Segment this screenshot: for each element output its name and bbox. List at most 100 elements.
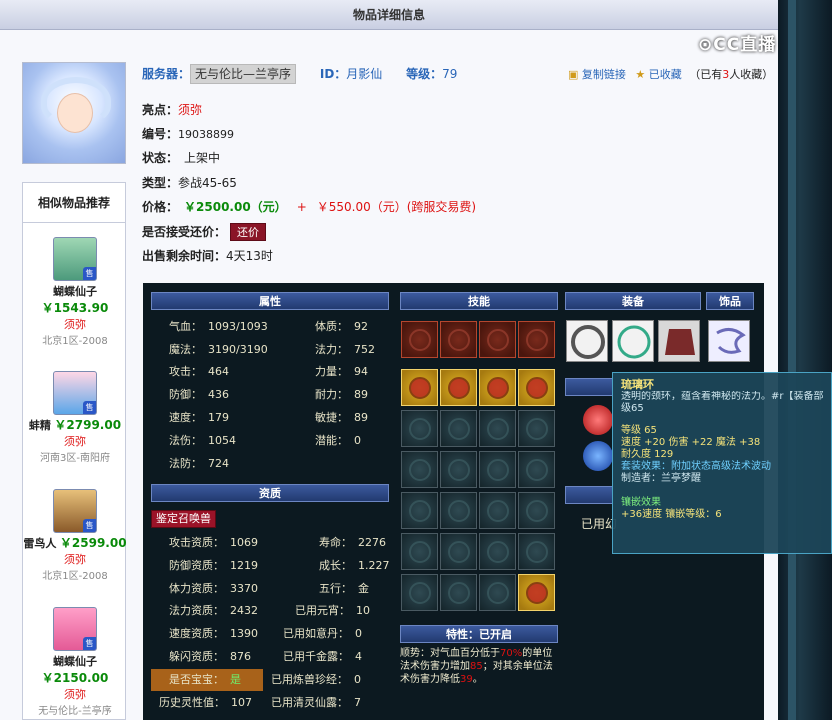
similar-item-tag: 须弥 — [64, 318, 86, 331]
similar-item[interactable]: 售 蚌精 ￥2799.00 须弥 河南3区-南阳府 — [23, 371, 127, 464]
server-value: 无与伦比—兰亭序 — [190, 64, 297, 84]
status-row: 状态： 上架中 — [142, 148, 220, 168]
favorite-button[interactable]: 已收藏 — [649, 68, 682, 81]
time-row: 出售剩余时间：4天13时 — [142, 246, 273, 266]
skill-slot[interactable] — [401, 492, 438, 529]
highlight-value: 须弥 — [178, 103, 203, 117]
skill-slot[interactable] — [518, 533, 555, 570]
attr-row: 敏捷： 89 — [315, 411, 368, 424]
tooltip-maker: 制造者：兰亭梦醒 — [621, 473, 701, 484]
skill-slot[interactable] — [401, 533, 438, 570]
skill-slot[interactable] — [440, 410, 477, 447]
sell-badge: 售 — [83, 267, 96, 280]
similar-item-location: 河南3区-南阳府 — [40, 453, 110, 464]
attr-row: 潜能： 0 — [315, 434, 361, 447]
section-accessory: 饰品 — [706, 292, 754, 310]
aptitude-row: 已用千金露： 4 — [283, 650, 362, 663]
skill-slot[interactable] — [479, 533, 516, 570]
level-value: 79 — [442, 67, 458, 81]
similar-item[interactable]: 售 蝴蝶仙子 ￥1543.90 须弥 北京1区-2008 — [23, 237, 127, 347]
aptitude-row: 体力资质： 3370 — [169, 582, 258, 595]
similar-item-tag: 须弥 — [64, 688, 86, 701]
equipment-armor[interactable] — [658, 320, 700, 362]
attr-row: 防御： 436 — [169, 388, 229, 401]
level-label: 等级： — [406, 67, 443, 81]
identify-pet-button[interactable]: 鉴定召唤兽 — [151, 510, 216, 528]
favorite-icon: ★ — [635, 68, 646, 81]
similar-item-price: ￥2799.00 — [54, 418, 122, 432]
sell-badge: 售 — [83, 401, 96, 414]
skill-slot[interactable] — [479, 492, 516, 529]
skill-slot[interactable] — [440, 451, 477, 488]
counter-offer-button[interactable]: 还价 — [230, 223, 267, 241]
gem-red-icon[interactable] — [583, 405, 613, 435]
sell-badge: 售 — [83, 637, 96, 650]
similar-item[interactable]: 售 雷鸟人 ￥2599.00 须弥 北京1区-2008 — [23, 489, 127, 582]
similar-item-image[interactable]: 售 — [53, 489, 97, 533]
similar-item-price: ￥2599.00 — [59, 536, 127, 550]
skill-slot[interactable] — [401, 451, 438, 488]
skill-slot[interactable] — [401, 321, 438, 358]
skill-slot[interactable] — [401, 574, 438, 611]
similar-item-location: 北京1区-2008 — [42, 336, 108, 347]
skill-slot[interactable] — [518, 574, 555, 611]
skill-slot[interactable] — [479, 369, 516, 406]
accessory-item[interactable] — [708, 320, 750, 362]
type-label: 类型： — [142, 176, 179, 190]
skill-slot[interactable] — [401, 369, 438, 406]
price-cross: ￥550.00（元）(跨服交易费) — [316, 200, 477, 214]
copy-link-button[interactable]: 复制链接 — [582, 68, 626, 81]
id-label: ID： — [319, 67, 347, 81]
similar-item[interactable]: 售 蝴蝶仙子 ￥2150.00 须弥 无与伦比-兰亭序 — [23, 607, 127, 717]
is-baby-row: 是否宝宝：是 — [151, 669, 263, 691]
tooltip-description: 透明的颈环，蕴含着神秘的法力。#r【装备部位】 — [621, 391, 823, 402]
skill-slot[interactable] — [518, 369, 555, 406]
similar-item-image[interactable]: 售 — [53, 371, 97, 415]
skill-slot[interactable] — [518, 321, 555, 358]
similar-item-image[interactable]: 售 — [53, 607, 97, 651]
favorite-count-suffix: 人收藏） — [729, 68, 774, 81]
skill-slot[interactable] — [440, 533, 477, 570]
watermark-logo: ⊙CC直播 — [698, 35, 777, 55]
skill-slot[interactable] — [518, 410, 555, 447]
attr-row: 体质： 92 — [315, 320, 368, 333]
equipment-ring[interactable] — [612, 320, 654, 362]
counter-label: 是否接受还价： — [142, 225, 227, 239]
status-value: 上架中 — [184, 151, 221, 165]
aptitude-row: 已用元宵： 10 — [295, 604, 370, 617]
similar-item-image[interactable]: 售 — [53, 237, 97, 281]
skill-slot[interactable] — [479, 321, 516, 358]
similar-item-name: 蚌精 — [28, 419, 51, 432]
header-actions: ▣ 复制链接 ★ 已收藏 （已有3人收藏） — [568, 68, 773, 82]
tooltip-stats: 速度 +20 伤害 +22 魔法 +38 — [621, 437, 761, 448]
skill-slot[interactable] — [479, 451, 516, 488]
status-label: 状态： — [142, 151, 179, 165]
section-trait: 特性：已开启 — [400, 625, 558, 643]
attr-row: 耐力： 89 — [315, 388, 368, 401]
skill-slot[interactable] — [440, 321, 477, 358]
skill-slot[interactable] — [518, 451, 555, 488]
skill-slot[interactable] — [440, 369, 477, 406]
skill-slot[interactable] — [518, 492, 555, 529]
similar-items-panel: 相似物品推荐 售 蝴蝶仙子 ￥1543.90 须弥 北京1区-2008 售 蚌精… — [22, 182, 127, 720]
skill-slot[interactable] — [440, 574, 477, 611]
attr-row: 速度： 179 — [169, 411, 229, 424]
item-tooltip: 琉璃环 透明的颈环，蕴含着神秘的法力。#r【装备部位】 级65 等级 65 速度… — [612, 372, 832, 554]
skill-slot[interactable] — [401, 410, 438, 447]
equipment-collar[interactable] — [566, 320, 608, 362]
similar-item-name: 蝴蝶仙子 — [53, 655, 97, 668]
attr-row: 法防： 724 — [169, 457, 229, 470]
section-equipment: 装备 — [565, 292, 701, 310]
attr-row: 攻击： 464 — [169, 365, 229, 378]
section-equip-tertiary — [565, 486, 613, 504]
counter-row: 是否接受还价： 还价 — [142, 222, 267, 242]
similar-item-location: 无与伦比-兰亭序 — [38, 706, 112, 717]
skill-slot[interactable] — [479, 574, 516, 611]
similar-item-location: 北京1区-2008 — [42, 571, 108, 582]
aptitude-row: 历史灵性值： 107 — [159, 696, 252, 709]
skill-slot[interactable] — [479, 410, 516, 447]
header-row: 服务器： 无与伦比—兰亭序 ID：月影仙 等级：79 — [142, 64, 582, 84]
tooltip-set-effect: 套装效果：附加状态高级法术波动 — [621, 461, 771, 472]
gem-blue-icon[interactable] — [583, 441, 613, 471]
skill-slot[interactable] — [440, 492, 477, 529]
